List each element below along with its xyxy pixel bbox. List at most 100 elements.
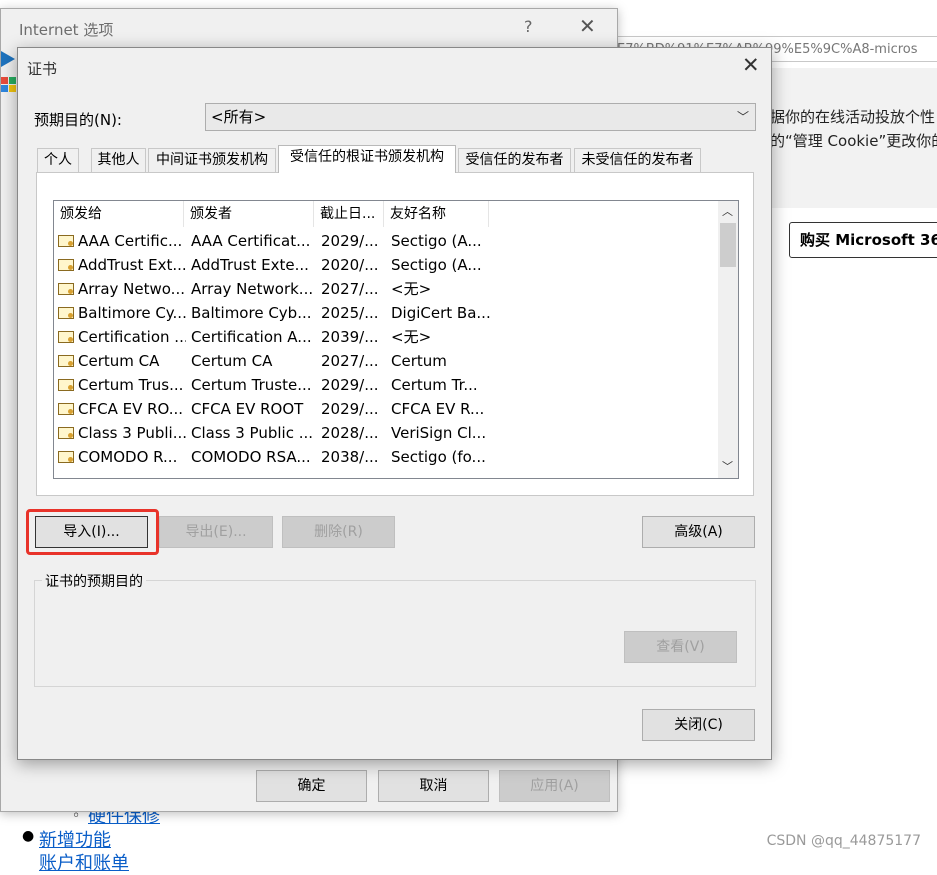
certificate-icon: [58, 259, 74, 271]
certificate-icon: [58, 427, 74, 439]
table-cell: Array Network...: [191, 280, 314, 298]
table-cell: Sectigo (A...: [391, 256, 482, 274]
table-row[interactable]: COMODO R... COMODO RSA... 2038/... Sectigo …: [54, 445, 716, 469]
close-button[interactable]: 关闭(C): [642, 709, 755, 741]
table-cell: Certum Tr...: [391, 376, 478, 394]
scrollbar-thumb[interactable]: [720, 223, 736, 267]
table-row[interactable]: Baltimore Cy... Baltimore Cyb... 2025/... D…: [54, 301, 716, 325]
table-cell: Baltimore Cy...: [78, 304, 186, 322]
table-cell: DigiCert Ba...: [391, 304, 491, 322]
table-cell: CFCA EV RO...: [78, 400, 184, 418]
table-cell: Sectigo (fo...: [391, 448, 486, 466]
tab-intermediate-ca[interactable]: 中间证书颁发机构: [148, 148, 276, 172]
table-cell: 2020/...: [321, 256, 379, 274]
table-cell: Class 3 Publi...: [78, 424, 186, 442]
table-cell: 2029/...: [321, 400, 379, 418]
banner-text-line2: 的“管理 Cookie”更改你的: [770, 132, 937, 150]
advanced-button[interactable]: 高级(A): [642, 516, 755, 548]
table-cell: COMODO R...: [78, 448, 178, 466]
column-header-issued-by[interactable]: 颁发者: [184, 201, 314, 227]
view-button[interactable]: 查看(V): [624, 631, 737, 663]
certificate-icon: [58, 379, 74, 391]
tab-trusted-publishers[interactable]: 受信任的发布者: [458, 148, 571, 172]
table-cell: Certum: [391, 352, 447, 370]
remove-button[interactable]: 删除(R): [282, 516, 395, 548]
table-cell: <无>: [391, 280, 432, 298]
tab-untrusted-publishers[interactable]: 未受信任的发布者: [574, 148, 701, 172]
chevron-down-icon: ﹀: [736, 110, 749, 124]
tab-panel: 颁发给 颁发者 截止日... 友好名称 AAA Certific... AAA C…: [36, 172, 754, 496]
list-bullet: ●: [22, 828, 35, 844]
tab-other-people[interactable]: 其他人: [91, 148, 146, 172]
column-header-friendly-name[interactable]: 友好名称: [384, 201, 489, 227]
table-cell: AAA Certificat...: [191, 232, 311, 250]
certificate-icon: [58, 451, 74, 463]
table-cell: 2029/...: [321, 232, 379, 250]
certificate-icon: [58, 403, 74, 415]
group-label: 证书的预期目的: [42, 571, 146, 591]
link-account-billing[interactable]: 账户和账单: [39, 849, 129, 875]
table-row[interactable]: Array Netwo... Array Network... 2027/... <无…: [54, 277, 716, 301]
help-icon[interactable]: ?: [524, 17, 533, 36]
ok-button[interactable]: 确定: [256, 770, 367, 802]
table-row[interactable]: Class 3 Publi... Class 3 Public ... 2028/.…: [54, 421, 716, 445]
table-cell: Sectigo (A...: [391, 232, 482, 250]
import-button[interactable]: 导入(I)...: [35, 516, 148, 548]
table-row[interactable]: Certification ... Certification A... 2039/…: [54, 325, 716, 349]
cancel-button[interactable]: 取消: [378, 770, 489, 802]
close-icon[interactable]: ✕: [579, 14, 596, 38]
selected-value: <所有>: [211, 108, 267, 126]
certificate-icon: [58, 235, 74, 247]
buy-microsoft-365-button[interactable]: 购买 Microsoft 365: [789, 222, 937, 258]
column-header-issued-to[interactable]: 颁发给: [54, 201, 184, 227]
export-button[interactable]: 导出(E)...: [159, 516, 273, 548]
dialog-title: Internet 选项: [19, 21, 114, 39]
table-cell: Certum CA: [78, 352, 160, 370]
table-cell: 2027/...: [321, 352, 379, 370]
table-cell: AddTrust Exte...: [191, 256, 309, 274]
table-cell: Certum Truste...: [191, 376, 312, 394]
table-cell: AAA Certific...: [78, 232, 183, 250]
table-cell: 2039/...: [321, 328, 379, 346]
table-row[interactable]: AddTrust Ext... AddTrust Exte... 2020/... S…: [54, 253, 716, 277]
chevron-down-icon[interactable]: ﹀: [722, 458, 733, 474]
table-cell: Certum CA: [191, 352, 273, 370]
chevron-up-icon[interactable]: ︿: [722, 203, 733, 219]
certificates-dialog: 证书 ✕ 预期目的(N): <所有> ﹀ 个人 其他人 中间证书颁发机构 受信任…: [17, 47, 772, 760]
tab-trusted-root-ca[interactable]: 受信任的根证书颁发机构: [278, 145, 456, 173]
certificate-icon: [58, 283, 74, 295]
banner-text-line1: 据你的在线活动投放个性: [770, 108, 936, 126]
table-cell: AddTrust Ext...: [78, 256, 186, 274]
table-cell: COMODO RSA...: [191, 448, 311, 466]
table-cell: VeriSign Cl...: [391, 424, 487, 442]
certificate-icon: [58, 355, 74, 367]
table-cell: Class 3 Public ...: [191, 424, 314, 442]
certificate-list[interactable]: 颁发给 颁发者 截止日... 友好名称 AAA Certific... AAA C…: [53, 200, 739, 479]
column-header-expiration[interactable]: 截止日...: [314, 201, 384, 227]
vertical-scrollbar[interactable]: ︿ ﹀: [718, 201, 738, 478]
table-cell: CFCA EV ROOT: [191, 400, 304, 418]
tab-personal[interactable]: 个人: [37, 148, 79, 172]
table-cell: 2028/...: [321, 424, 379, 442]
table-cell: 2027/...: [321, 280, 379, 298]
table-row[interactable]: AAA Certific... AAA Certificat... 2029/...…: [54, 229, 716, 253]
certificate-icon: [58, 331, 74, 343]
table-row[interactable]: Certum CA Certum CA 2027/... Certum: [54, 349, 716, 373]
table-row[interactable]: CFCA EV RO... CFCA EV ROOT 2029/... CFCA EV…: [54, 397, 716, 421]
close-icon[interactable]: ✕: [742, 53, 760, 77]
table-cell: 2029/...: [321, 376, 379, 394]
certificate-icon: [58, 307, 74, 319]
intended-purpose-select[interactable]: <所有> ﹀: [205, 103, 756, 131]
apply-button[interactable]: 应用(A): [499, 770, 610, 802]
table-cell: Array Netwo...: [78, 280, 185, 298]
table-cell: Baltimore Cyb...: [191, 304, 312, 322]
windows-logo-icon: [1, 51, 16, 92]
dialog-title: 证书: [27, 60, 58, 78]
table-cell: <无>: [391, 328, 432, 346]
table-cell: Certification ...: [78, 328, 186, 346]
watermark: CSDN @qq_44875177: [766, 833, 921, 849]
table-cell: 2038/...: [321, 448, 379, 466]
intended-purpose-label: 预期目的(N):: [34, 111, 122, 129]
table-cell: Certum Trus...: [78, 376, 184, 394]
table-row[interactable]: Certum Trus... Certum Truste... 2029/... Ce…: [54, 373, 716, 397]
